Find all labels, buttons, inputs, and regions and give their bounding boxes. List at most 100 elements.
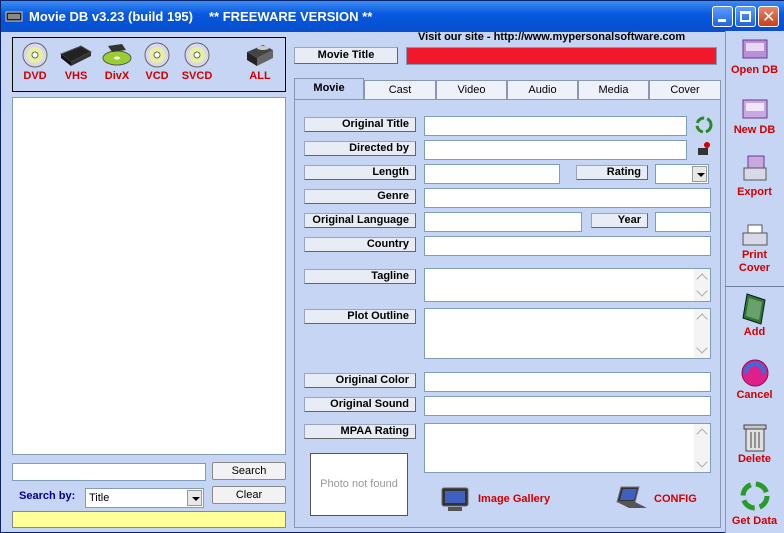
mpaa-rating-scrollbar[interactable] [694,424,710,472]
svcd-disc-icon [184,42,210,68]
scroll-up-icon [696,273,708,285]
search-by-value: Title [89,492,110,504]
new-db-button[interactable]: New DB [725,94,784,137]
close-icon: ✕ [762,7,776,26]
minimize-icon [718,19,726,22]
app-icon [5,11,23,22]
open-db-icon [742,39,767,59]
director-lookup-icon[interactable] [695,140,713,158]
export-button[interactable]: Export [725,154,784,199]
genre-field[interactable] [424,188,711,208]
print-cover-label-2: Cover [738,262,771,274]
plot-outline-label: Plot Outline [304,309,416,324]
media-svcd-button[interactable]: SVCD [177,42,217,82]
vhs-tape-icon [60,45,93,66]
movie-title-field[interactable] [406,47,717,65]
plot-outline-scrollbar[interactable] [694,309,710,358]
window-title: Movie DB v3.23 (build 195) [29,9,193,24]
window-subtitle: ** FREEWARE VERSION ** [209,9,373,24]
year-label: Year [591,213,648,228]
media-all-label: ALL [249,70,271,82]
scroll-down-icon [696,342,708,354]
original-title-field[interactable] [424,116,687,136]
maximize-button[interactable] [735,6,756,27]
delete-button[interactable]: Delete [725,421,784,466]
original-title-label: Original Title [304,117,416,132]
tagline-label: Tagline [304,269,416,284]
original-sound-field[interactable] [424,396,711,416]
plot-outline-field[interactable] [424,308,711,359]
cancel-label: Cancel [736,389,773,401]
tab-movie[interactable]: Movie [294,78,364,100]
tab-cover[interactable]: Cover [649,80,721,100]
search-button[interactable]: Search [212,462,286,480]
scroll-up-icon [696,428,708,440]
country-label: Country [304,237,416,252]
print-cover-button[interactable]: Print Cover [725,223,784,275]
tab-cast[interactable]: Cast [364,80,436,100]
image-gallery-icon[interactable] [439,486,471,514]
add-icon [741,293,766,325]
clear-button[interactable]: Clear [212,486,286,504]
original-sound-label: Original Sound [304,397,416,412]
trash-icon [743,424,766,452]
media-divx-button[interactable]: DivX [97,42,137,82]
cancel-icon [741,359,768,387]
add-button[interactable]: Add [725,292,784,339]
media-vhs-label: VHS [64,70,88,82]
toolbar-separator [725,286,784,287]
year-field[interactable] [655,212,711,232]
chevron-down-icon [187,490,202,506]
media-vhs-button[interactable]: VHS [56,42,96,82]
movie-list[interactable] [12,97,286,455]
scroll-down-icon [696,456,708,468]
export-icon [743,155,766,181]
media-type-bar: DVD VHS DivX VCD SVCD ALL [12,37,286,92]
minimize-button[interactable] [712,6,733,27]
config-laptop-icon[interactable] [615,484,649,514]
rating-select[interactable] [655,164,709,184]
title-bar: Movie DB v3.23 (build 195) ** FREEWARE V… [1,1,784,32]
tab-media[interactable]: Media [578,80,649,100]
media-vcd-button[interactable]: VCD [137,42,177,82]
country-field[interactable] [424,236,711,256]
length-field[interactable] [424,164,560,184]
tagline-scrollbar[interactable] [694,269,710,301]
rating-label: Rating [576,165,648,180]
image-gallery-button[interactable]: Image Gallery [478,493,550,505]
genre-label: Genre [304,189,416,204]
search-input[interactable] [12,463,206,481]
get-data-button[interactable]: Get Data [725,479,784,528]
new-db-label: New DB [733,124,776,136]
tab-video[interactable]: Video [436,80,507,100]
media-all-button[interactable]: ALL [240,42,280,82]
photo-placeholder[interactable]: Photo not found [310,453,408,516]
status-bar [12,511,286,528]
media-svcd-label: SVCD [181,70,213,82]
directed-by-field[interactable] [424,140,687,160]
open-db-button[interactable]: Open DB [725,34,784,77]
export-label: Export [737,186,772,198]
original-color-label: Original Color [304,373,416,388]
original-language-field[interactable] [424,212,582,232]
original-language-label: Original Language [304,213,416,228]
get-data-recycle-icon [740,481,769,511]
original-color-field[interactable] [424,372,711,392]
open-db-label: Open DB [730,64,779,76]
dvd-disc-icon [22,42,48,68]
new-db-icon [742,99,767,119]
all-media-icon [247,45,273,66]
media-dvd-button[interactable]: DVD [15,42,55,82]
search-by-select[interactable]: Title [85,488,204,508]
tab-audio[interactable]: Audio [507,80,578,100]
close-button[interactable]: ✕ [758,6,779,27]
printer-icon [742,224,767,246]
tagline-field[interactable] [424,268,711,302]
mpaa-rating-field[interactable] [424,423,711,473]
recycle-icon[interactable] [695,116,713,134]
visit-site-link[interactable]: Visit our site - http://www.mypersonalso… [418,31,685,43]
config-button[interactable]: CONFIG [654,493,697,505]
chevron-down-icon [692,166,707,182]
print-cover-label-1: Print [741,249,768,261]
cancel-button[interactable]: Cancel [725,357,784,402]
